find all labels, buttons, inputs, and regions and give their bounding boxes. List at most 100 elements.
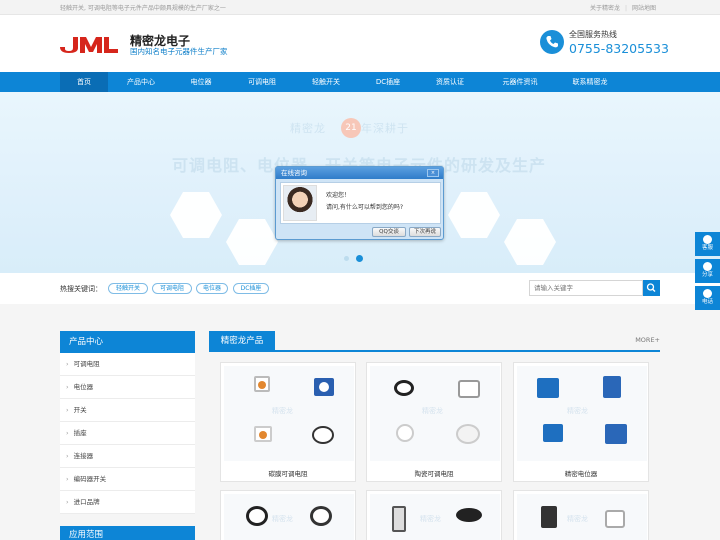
phone-icon	[540, 30, 564, 54]
search-button[interactable]	[643, 280, 660, 296]
nav-item-products[interactable]: 产品中心	[115, 72, 167, 92]
ceramic-trimmer-image	[396, 424, 414, 442]
jml-logo[interactable]	[60, 35, 118, 53]
search-input[interactable]	[529, 280, 643, 296]
chat-titlebar: 在线咨询 ×	[276, 167, 443, 179]
chevron-right-icon: ›	[66, 360, 69, 368]
main-nav: 首页 产品中心 电位器 可调电阻 轻触开关 DC插座 资质认证 元器件资讯 联系…	[0, 72, 720, 92]
product-image[interactable]: 精密龙	[517, 366, 647, 461]
banner-hex	[226, 219, 278, 265]
hot-tag[interactable]: 可调电阻	[152, 283, 192, 294]
hot-tag[interactable]: DC插座	[233, 283, 269, 294]
product-sidebar: 产品中心 › 可调电阻 › 电位器 › 开关 › 插座 › 连接器 › 编码器开关 › 进口品…	[60, 331, 195, 514]
sidebar-item-connector[interactable]: › 连接器	[60, 445, 195, 468]
later-button[interactable]: 下次再说	[409, 227, 441, 237]
product-image[interactable]: 精密龙	[224, 494, 354, 540]
product-caption[interactable]: 陶瓷可调电阻	[367, 468, 501, 478]
banner-years-badge: 21	[341, 118, 361, 138]
nav-item-tact-switch[interactable]: 轻触开关	[300, 72, 352, 92]
banner-hex	[504, 219, 556, 265]
nav-item-potentiometer[interactable]: 电位器	[177, 72, 225, 92]
precision-pot-image	[543, 424, 563, 442]
ceramic-trimmer-image	[456, 424, 480, 444]
products-section-header: 精密龙产品 MORE+	[209, 331, 660, 352]
top-bar: 轻触开关, 可调电阻等电子元件产品中颇具规模的生产厂家之一 关于精密龙 | 网站地图	[0, 0, 720, 15]
product-card[interactable]: 精密龙 碳膜可调电阻	[220, 362, 356, 482]
brand-subtitle: 国内知名电子元器件生产厂家	[130, 47, 228, 56]
products-tab[interactable]: 精密龙产品	[209, 331, 275, 352]
product-image[interactable]: 精密龙	[370, 494, 500, 540]
slider-dot[interactable]	[344, 256, 349, 261]
trimmer-image	[254, 426, 272, 442]
chevron-right-icon: ›	[66, 475, 69, 483]
chevron-right-icon: ›	[66, 498, 69, 506]
slider-dot-active[interactable]	[356, 255, 363, 262]
product-card[interactable]: 精密龙 精密电位器	[513, 362, 649, 482]
product-card[interactable]: 精密龙	[513, 490, 649, 540]
product-caption[interactable]: 精密电位器	[514, 468, 648, 478]
hotline-label: 全国服务热线	[569, 30, 617, 39]
sidebar-item-trimmer[interactable]: › 可调电阻	[60, 353, 195, 376]
potentiometer-image	[456, 508, 482, 522]
chat-title: 在线咨询	[281, 169, 307, 177]
banner-hex	[170, 192, 222, 238]
chevron-right-icon: ›	[66, 429, 69, 437]
chevron-right-icon: ›	[66, 452, 69, 460]
product-card[interactable]: 精密龙	[220, 490, 356, 540]
ceramic-trimmer-image	[458, 380, 480, 398]
hot-tag[interactable]: 轻触开关	[108, 283, 148, 294]
nav-item-trimmer[interactable]: 可调电阻	[236, 72, 288, 92]
float-share-button[interactable]: 分享	[695, 259, 720, 283]
top-links: 关于精密龙 | 网站地图	[589, 5, 656, 12]
tact-switch-image	[605, 510, 625, 528]
sidebar-item-socket[interactable]: › 插座	[60, 422, 195, 445]
sidebar-item-imported[interactable]: › 进口品牌	[60, 491, 195, 514]
headset-icon	[703, 235, 712, 244]
chat-question: 请问,有什么可以帮到您的吗?	[326, 204, 404, 211]
potentiometer-image	[392, 506, 406, 532]
sitemap-link[interactable]: 网站地图	[632, 5, 656, 12]
sidebar-item-potentiometer[interactable]: › 电位器	[60, 376, 195, 399]
agent-avatar	[283, 185, 317, 221]
close-icon[interactable]: ×	[427, 169, 439, 177]
tact-switch-image	[541, 506, 557, 528]
product-card[interactable]: 精密龙	[366, 490, 502, 540]
phone-icon	[703, 289, 712, 298]
site-header: 精密龙电子 国内知名电子元器件生产厂家 全国服务热线 0755-83205533	[0, 15, 720, 72]
more-link[interactable]: MORE+	[635, 336, 660, 344]
float-phone-button[interactable]: 电话	[695, 286, 720, 310]
hotline-number[interactable]: 0755-83205533	[569, 41, 669, 56]
banner-hex	[448, 192, 500, 238]
precision-pot-image	[537, 378, 559, 398]
product-image[interactable]: 精密龙	[517, 494, 647, 540]
product-caption[interactable]: 碳膜可调电阻	[221, 468, 355, 478]
potentiometer-image	[310, 506, 332, 526]
product-image[interactable]: 精密龙	[370, 366, 500, 461]
hot-tag[interactable]: 电位器	[196, 283, 228, 294]
sidebar-title: 产品中心	[60, 331, 195, 353]
nav-item-contact[interactable]: 联系精密龙	[562, 72, 618, 92]
nav-item-dc-jack[interactable]: DC插座	[364, 72, 412, 92]
product-image[interactable]: 精密龙	[224, 366, 354, 461]
nav-item-news[interactable]: 元器件资讯	[490, 72, 550, 92]
qq-chat-button[interactable]: QQ交谈	[372, 227, 406, 237]
nav-item-home[interactable]: 首页	[60, 72, 108, 92]
share-icon	[703, 262, 712, 271]
float-service-button[interactable]: 客服	[695, 232, 720, 256]
sidebar-item-switch[interactable]: › 开关	[60, 399, 195, 422]
chevron-right-icon: ›	[66, 383, 69, 391]
precision-pot-image	[603, 376, 621, 398]
sidebar-item-encoder[interactable]: › 编码器开关	[60, 468, 195, 491]
chat-greeting: 欢迎您！	[326, 192, 351, 199]
ceramic-trimmer-image	[394, 380, 414, 396]
nav-item-certification[interactable]: 资质认证	[424, 72, 476, 92]
chat-body: 欢迎您！ 请问,有什么可以帮到您的吗?	[280, 182, 441, 224]
product-card[interactable]: 精密龙 陶瓷可调电阻	[366, 362, 502, 482]
trimmer-image	[254, 376, 270, 392]
potentiometer-image	[246, 506, 268, 526]
search-row: 热搜关键词： 轻触开关 可调电阻 电位器 DC插座	[0, 273, 720, 304]
chevron-right-icon: ›	[66, 406, 69, 414]
search-icon	[646, 283, 656, 292]
about-link[interactable]: 关于精密龙	[590, 5, 620, 12]
precision-pot-image	[605, 424, 627, 444]
